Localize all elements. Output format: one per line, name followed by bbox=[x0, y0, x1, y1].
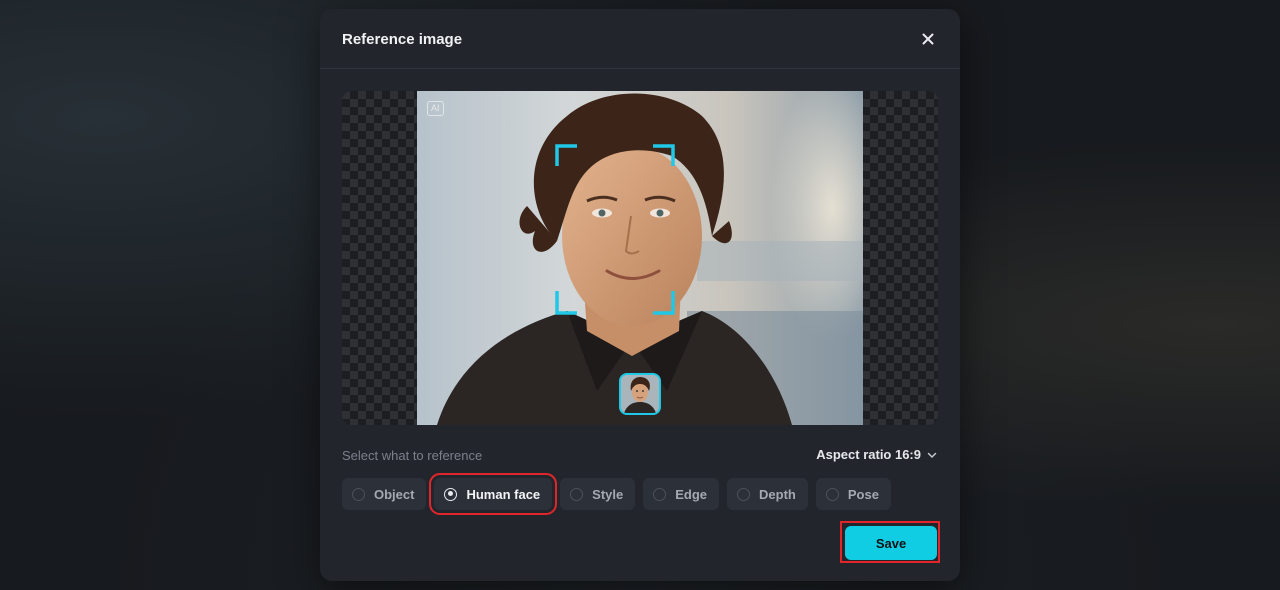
option-label: Edge bbox=[675, 486, 708, 502]
radio-icon bbox=[352, 487, 365, 501]
aspect-ratio-dropdown[interactable]: Aspect ratio 16:9 bbox=[816, 447, 938, 462]
option-edge[interactable]: Edge bbox=[643, 478, 720, 510]
option-label: Depth bbox=[759, 486, 796, 502]
option-depth[interactable]: Depth bbox=[727, 478, 808, 510]
chevron-down-icon bbox=[927, 452, 937, 458]
radio-selected-icon bbox=[444, 487, 458, 501]
image-preview: AI bbox=[342, 91, 938, 425]
radio-icon bbox=[570, 487, 584, 501]
reference-options: Object Human face Style Edge Depth Pose bbox=[342, 473, 891, 515]
close-button[interactable] bbox=[918, 29, 938, 49]
save-button[interactable]: Save bbox=[845, 526, 937, 560]
ai-badge: AI bbox=[427, 101, 444, 116]
option-style[interactable]: Style bbox=[560, 478, 636, 510]
reference-image-dialog: Reference image AI Select what to refere… bbox=[320, 9, 960, 581]
option-label: Object bbox=[374, 486, 415, 502]
option-human-face[interactable]: Human face bbox=[429, 473, 558, 515]
option-label: Style bbox=[592, 486, 624, 502]
option-label: Human face bbox=[466, 486, 541, 502]
aspect-ratio-label: Aspect ratio 16:9 bbox=[816, 447, 921, 462]
save-highlight: Save bbox=[840, 521, 940, 563]
reference-photo: AI bbox=[417, 91, 863, 425]
radio-icon bbox=[825, 487, 839, 501]
dialog-header: Reference image bbox=[320, 9, 960, 69]
dialog-title: Reference image bbox=[342, 31, 463, 48]
close-icon bbox=[922, 33, 934, 45]
face-thumbnail[interactable] bbox=[619, 373, 661, 415]
option-label: Pose bbox=[847, 486, 879, 502]
option-pose[interactable]: Pose bbox=[815, 478, 891, 510]
radio-icon bbox=[653, 487, 667, 501]
option-object[interactable]: Object bbox=[342, 478, 427, 510]
radio-icon bbox=[737, 487, 751, 501]
face-thumbnail-image bbox=[621, 375, 659, 413]
reference-type-label: Select what to reference bbox=[342, 448, 483, 463]
